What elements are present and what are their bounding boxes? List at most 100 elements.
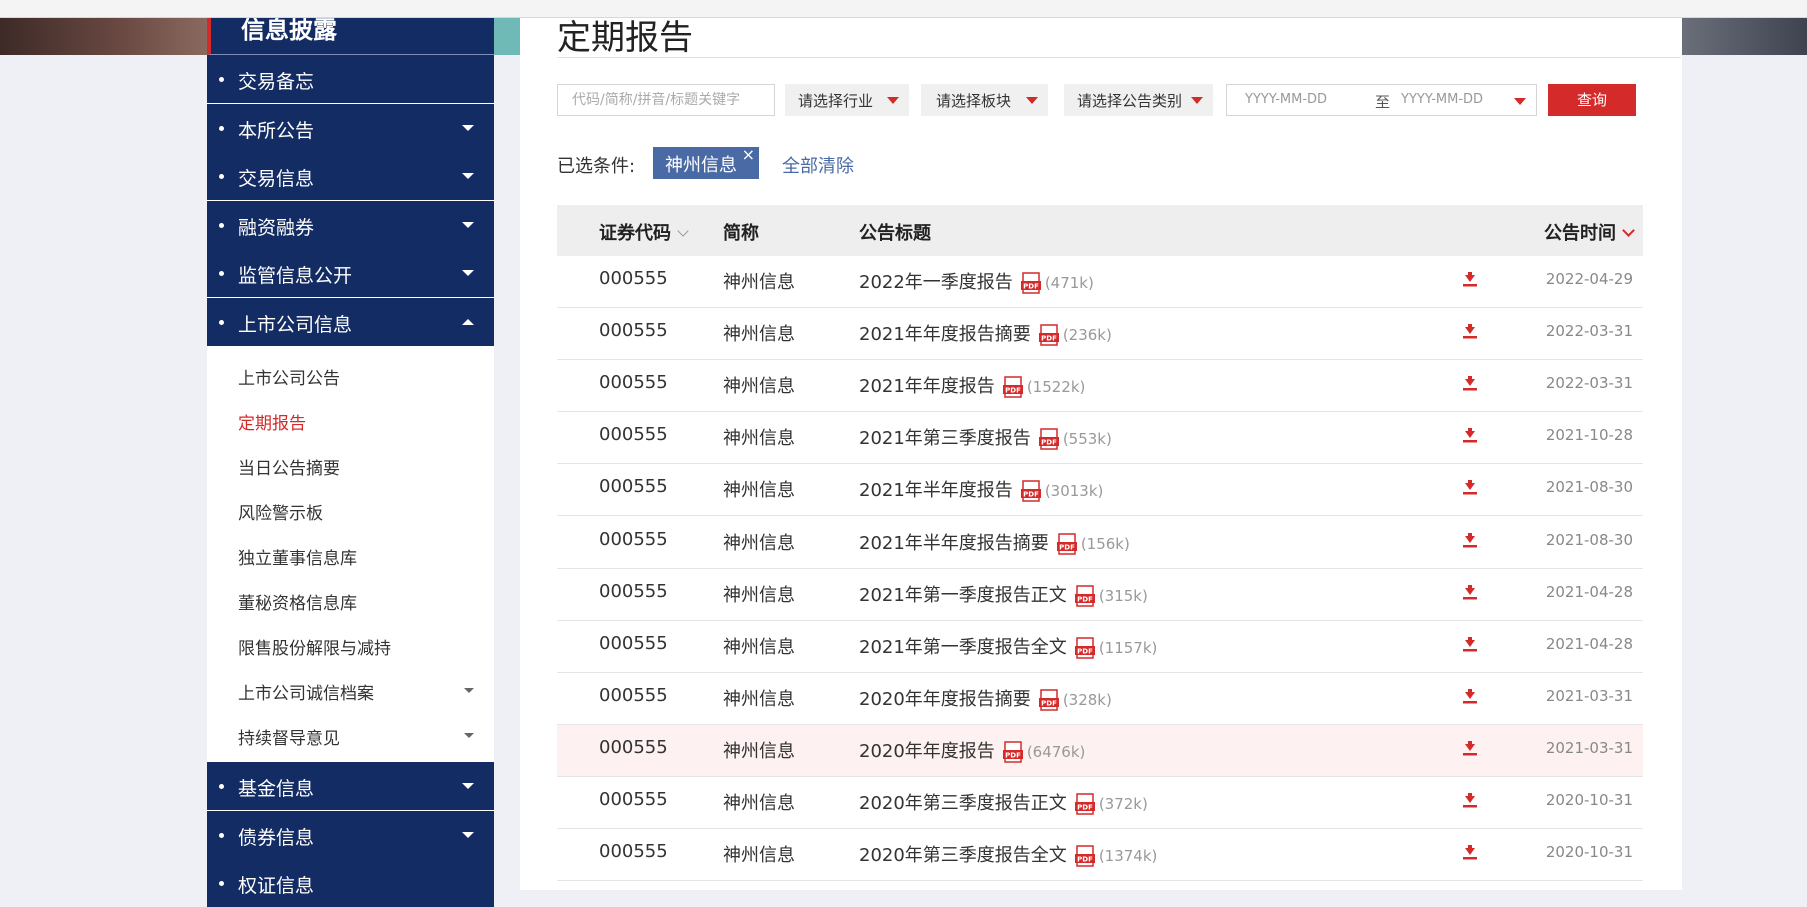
search-input[interactable] — [557, 84, 775, 116]
sidebar: 信息披露 交易备忘 本所公告 交易信息 融资融券 监管信息公开 上市公司信息 上市公司公告… — [207, 16, 494, 907]
table-row[interactable]: 000555 神州信息 2020年第三季度报告全文 PDF (1374k) 2020-10… — [557, 829, 1643, 882]
clear-all-link[interactable]: 全部清除 — [782, 152, 854, 178]
cell-name: 神州信息 — [723, 480, 795, 502]
pdf-file-icon[interactable]: PDF — [1002, 376, 1024, 398]
report-title-link[interactable]: 2021年第一季度报告正文 — [859, 585, 1067, 606]
pdf-file-icon[interactable]: PDF — [1074, 636, 1096, 659]
sidebar-item[interactable]: 基金信息 — [207, 762, 494, 810]
pdf-file-icon[interactable]: PDF — [1020, 480, 1042, 503]
file-size: (1374k) — [1098, 847, 1158, 866]
caret-down-icon — [1191, 97, 1203, 104]
file-size: (553k) — [1062, 430, 1112, 449]
table-row[interactable]: 000555 神州信息 2020年年度报告摘要 PDF (328k) 2021-03-31 — [557, 673, 1643, 725]
selected-conditions-label: 已选条件: — [557, 156, 636, 177]
table-row[interactable]: 000555 神州信息 2021年第一季度报告正文 PDF (315k) 2021-04-… — [557, 569, 1643, 621]
caret-down-icon[interactable] — [1514, 98, 1526, 105]
sidebar-subitem[interactable]: 上市公司公告 — [207, 353, 494, 398]
svg-text:PDF: PDF — [1023, 283, 1039, 291]
close-icon[interactable]: × — [742, 145, 755, 164]
sidebar-item[interactable]: 债券信息 — [207, 810, 494, 859]
sidebar-item[interactable]: 融资融券 — [207, 200, 494, 249]
table-row[interactable]: 000555 神州信息 2020年年度报告 PDF (6476k) 2021-03-31 — [557, 724, 1643, 777]
cell-code: 000555 — [599, 841, 668, 863]
pdf-file-icon[interactable]: PDF — [1038, 689, 1060, 711]
sidebar-item[interactable]: 交易备忘 — [207, 55, 494, 103]
download-icon[interactable] — [1462, 480, 1478, 501]
report-title-link[interactable]: 2021年第一季度报告全文 — [859, 637, 1067, 658]
report-title-link[interactable]: 2020年第三季度报告全文 — [859, 845, 1067, 866]
table-row[interactable]: 000555 神州信息 2022年一季度报告 PDF (471k) 2022-04-29 — [557, 256, 1643, 308]
sidebar-subitem[interactable]: 当日公告摘要 — [207, 443, 494, 488]
bullet-icon — [219, 222, 224, 228]
pdf-file-icon[interactable]: PDF — [1074, 584, 1096, 607]
download-icon[interactable] — [1462, 636, 1478, 658]
browser-top-bar — [0, 0, 1807, 18]
caret-down-icon — [464, 688, 474, 693]
download-icon[interactable] — [1462, 532, 1478, 554]
download-icon[interactable] — [1462, 272, 1478, 293]
pdf-file-icon[interactable]: PDF — [1038, 324, 1060, 346]
file-size: (1522k) — [1026, 378, 1086, 397]
table-row[interactable]: 000555 神州信息 2021年年度报告 PDF (1522k) 2022-03-31 — [557, 360, 1643, 413]
cell-code: 000555 — [599, 632, 668, 654]
report-title-link[interactable]: 2021年年度报告 — [859, 376, 995, 397]
sidebar-subitem[interactable]: 董秘资格信息库 — [207, 578, 494, 623]
sidebar-item[interactable]: 监管信息公开 — [207, 249, 494, 297]
cell-date: 2020-10-31 — [1545, 843, 1633, 862]
pdf-file-icon[interactable]: PDF — [1074, 845, 1096, 867]
selected-tag: 神州信息 × — [653, 145, 759, 179]
sidebar-subitem[interactable]: 独立董事信息库 — [207, 533, 494, 578]
bullet-icon — [219, 832, 224, 838]
col-header-code[interactable]: 证券代码 — [599, 219, 689, 245]
download-icon[interactable] — [1462, 740, 1478, 762]
banner-image-middle — [494, 17, 520, 55]
download-icon[interactable] — [1462, 584, 1478, 606]
report-title-link[interactable]: 2021年第三季度报告 — [859, 428, 1031, 449]
sidebar-item[interactable]: 交易信息 — [207, 152, 494, 200]
date-range-picker[interactable]: YYYY-MM-DD 至 YYYY-MM-DD — [1226, 84, 1537, 116]
query-button[interactable]: 查询 — [1548, 84, 1636, 116]
report-title-link[interactable]: 2022年一季度报告 — [859, 272, 1013, 293]
board-dropdown[interactable]: 请选择板块 — [921, 84, 1048, 116]
download-icon[interactable] — [1462, 793, 1478, 814]
pdf-file-icon[interactable]: PDF — [1020, 272, 1042, 294]
download-icon[interactable] — [1462, 376, 1478, 397]
table-row[interactable]: 000555 神州信息 2020年第三季度报告正文 PDF (372k) 2020-10-… — [557, 777, 1643, 829]
pdf-file-icon[interactable]: PDF — [1056, 532, 1078, 555]
sidebar-subitem[interactable]: 持续督导意见 — [207, 713, 494, 758]
sidebar-subitem[interactable]: 上市公司诚信档案 — [207, 668, 494, 713]
date-from-input[interactable]: YYYY-MM-DD — [1245, 92, 1327, 107]
svg-text:PDF: PDF — [1023, 491, 1039, 499]
download-icon[interactable] — [1462, 845, 1478, 866]
sidebar-subitem[interactable]: 风险警示板 — [207, 488, 494, 533]
table-row[interactable]: 000555 神州信息 2021年第一季度报告全文 PDF (1157k) 2021-04… — [557, 621, 1643, 673]
report-title-link[interactable]: 2021年半年度报告摘要 — [859, 533, 1049, 554]
report-title-link[interactable]: 2021年半年度报告 — [859, 480, 1013, 501]
download-icon[interactable] — [1462, 428, 1478, 449]
cell-name: 神州信息 — [723, 428, 795, 450]
sidebar-item[interactable]: 权证信息 — [207, 859, 494, 907]
table-row[interactable]: 000555 神州信息 2021年年度报告摘要 PDF (236k) 2022-03-31 — [557, 308, 1643, 361]
pdf-file-icon[interactable]: PDF — [1002, 741, 1024, 763]
cell-title: 2021年年度报告 PDF (1522k) — [859, 372, 1085, 398]
col-header-date[interactable]: 公告时间 — [1544, 219, 1635, 245]
sidebar-subitem[interactable]: 定期报告 — [207, 398, 494, 443]
sidebar-item[interactable]: 上市公司信息 — [207, 297, 494, 346]
table-row[interactable]: 000555 神州信息 2021年第三季度报告 PDF (553k) 2021-10-28 — [557, 412, 1643, 465]
category-dropdown[interactable]: 请选择公告类别 — [1064, 84, 1213, 116]
pdf-file-icon[interactable]: PDF — [1038, 428, 1060, 451]
report-title-link[interactable]: 2020年年度报告摘要 — [859, 689, 1031, 710]
report-title-link[interactable]: 2020年年度报告 — [859, 741, 995, 762]
sidebar-subitem[interactable]: 限售股份解限与减持 — [207, 623, 494, 668]
download-icon[interactable] — [1462, 688, 1478, 710]
table-row[interactable]: 000555 神州信息 2021年半年度报告摘要 PDF (156k) 2021-08-3… — [557, 517, 1643, 569]
report-title-link[interactable]: 2021年年度报告摘要 — [859, 324, 1031, 345]
report-title-link[interactable]: 2020年第三季度报告正文 — [859, 793, 1067, 814]
sidebar-item[interactable]: 本所公告 — [207, 103, 494, 152]
date-to-input[interactable]: YYYY-MM-DD — [1401, 92, 1483, 107]
cell-date: 2021-08-30 — [1545, 478, 1633, 497]
table-row[interactable]: 000555 神州信息 2021年半年度报告 PDF (3013k) 2021-08-30 — [557, 464, 1643, 517]
pdf-file-icon[interactable]: PDF — [1074, 793, 1096, 815]
industry-dropdown[interactable]: 请选择行业 — [785, 84, 909, 116]
download-icon[interactable] — [1462, 324, 1478, 345]
